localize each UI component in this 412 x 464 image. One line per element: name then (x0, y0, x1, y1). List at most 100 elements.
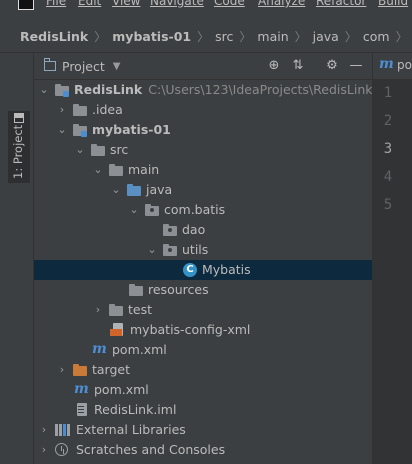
tree-item-label: resources (148, 282, 209, 297)
breadcrumb-separator-icon: 〉 (294, 29, 307, 44)
breadcrumb-item[interactable]: main (257, 29, 288, 44)
module-folder-icon (72, 122, 88, 138)
tree-item-main[interactable]: ⌄ main (34, 160, 372, 180)
project-panel-header: Project ▼ ⊕ ⇅ ⚙ — (34, 53, 372, 80)
tree-item-label: RedisLink (74, 82, 143, 97)
menu-build[interactable]: Build (378, 0, 408, 8)
tree-item-utils[interactable]: ⌄ utils (34, 240, 372, 260)
tree-item-module-pom[interactable]: m pom.xml (34, 340, 372, 360)
tree-item-redislink[interactable]: ⌄ RedisLink C:\Users\123\IdeaProjects\Red… (34, 80, 372, 100)
package-icon (162, 222, 178, 238)
breadcrumb-item[interactable]: src (215, 29, 233, 44)
iml-file-icon (74, 402, 90, 418)
chevron-right-icon[interactable]: › (38, 440, 50, 460)
tree-item-label: test (128, 302, 153, 317)
breadcrumb-item[interactable]: java (313, 29, 339, 44)
tree-item-scratches[interactable]: › Scratches and Consoles (34, 440, 372, 460)
intellij-logo-icon (18, 0, 34, 10)
source-folder-icon (126, 182, 142, 198)
package-icon (144, 202, 160, 218)
tree-item-path: C:\Users\123\IdeaProjects\RedisLink (148, 82, 372, 97)
line-number: 5 (383, 197, 393, 213)
menu-analyze[interactable]: Analyze (258, 0, 305, 8)
tree-item-dao[interactable]: dao (34, 220, 372, 240)
chevron-down-icon[interactable]: ⌄ (146, 240, 158, 260)
folder-icon (72, 102, 88, 118)
breadcrumb-item[interactable]: RedisLink (20, 29, 88, 44)
chevron-right-icon[interactable]: › (38, 420, 50, 440)
excluded-folder-icon (72, 362, 88, 378)
chevron-down-icon[interactable]: ⌄ (92, 160, 104, 180)
hide-panel-icon[interactable]: — (348, 58, 364, 74)
scratches-icon (54, 442, 70, 458)
tree-item-mybatis-class[interactable]: C Mybatis (34, 260, 372, 280)
tree-item-root-pom[interactable]: m pom.xml (34, 380, 372, 400)
breadcrumb-separator-icon: 〉 (239, 29, 252, 44)
editor-area: m pom 1 2 3 4 5 (372, 53, 412, 464)
tree-item-label: .idea (92, 102, 123, 117)
tree-item-iml[interactable]: RedisLink.iml (34, 400, 372, 420)
project-panel: Project ▼ ⊕ ⇅ ⚙ — ⌄ RedisLink C:\Users\12… (34, 53, 372, 464)
tree-item-label: RedisLink.iml (94, 402, 177, 417)
tree-item-com-batis[interactable]: ⌄ com.batis (34, 200, 372, 220)
tree-item-target[interactable]: › target (34, 360, 372, 380)
tree-item-test[interactable]: › test (34, 300, 372, 320)
menu-bar: File Edit View Navigate Code Analyze Ref… (0, 0, 412, 20)
maven-icon: m (379, 56, 394, 72)
chevron-right-icon[interactable]: › (56, 360, 68, 380)
tree-item-label: java (146, 182, 173, 197)
tree-item-resources[interactable]: resources (34, 280, 372, 300)
tree-item-label: target (92, 362, 131, 377)
locate-target-icon[interactable]: ⊕ (266, 58, 282, 74)
tree-item-label: mybatis-01 (92, 122, 171, 137)
tree-item-mybatis-config[interactable]: mybatis-config-xml (34, 320, 372, 340)
chevron-down-icon[interactable]: ▼ (113, 61, 121, 72)
tool-window-strip: 1: Project (0, 53, 34, 464)
breadcrumb-item[interactable]: com (363, 29, 390, 44)
breadcrumb-separator-icon: 〉 (197, 29, 210, 44)
project-panel-title[interactable]: Project (62, 59, 105, 74)
breadcrumb-item[interactable]: mybatis-01 (112, 29, 191, 44)
menu-edit[interactable]: Edit (78, 0, 101, 8)
tree-item-label: src (110, 142, 129, 157)
tree-item-idea[interactable]: › .idea (34, 100, 372, 120)
editor-tab-label: pom (397, 58, 412, 72)
maven-icon: m (92, 341, 107, 357)
line-number: 1 (383, 85, 393, 101)
menu-navigate[interactable]: Navigate (150, 0, 204, 8)
gear-icon[interactable]: ⚙ (324, 58, 340, 74)
chevron-down-icon[interactable]: ⌄ (56, 120, 68, 140)
tree-item-java[interactable]: ⌄ java (34, 180, 372, 200)
tree-item-src[interactable]: ⌄ src (34, 140, 372, 160)
chevron-down-icon[interactable]: ⌄ (128, 200, 140, 220)
tree-item-label: mybatis-config-xml (130, 322, 251, 337)
breadcrumb-separator-icon: 〉 (94, 29, 107, 44)
chevron-right-icon[interactable]: › (92, 300, 104, 320)
line-number: 2 (383, 113, 393, 129)
folder-icon (90, 142, 106, 158)
chevron-down-icon[interactable]: ⌄ (110, 180, 122, 200)
menu-file[interactable]: File (46, 0, 66, 8)
menu-view[interactable]: View (112, 0, 140, 8)
package-icon (162, 242, 178, 258)
project-folder-icon (44, 58, 56, 71)
breadcrumb: RedisLink 〉 mybatis-01 〉 src 〉 main 〉 ja… (0, 20, 412, 53)
libraries-icon (54, 422, 70, 438)
tree-item-external-libraries[interactable]: › External Libraries (34, 420, 372, 440)
tree-item-label: External Libraries (76, 422, 186, 437)
class-icon: C (182, 262, 198, 278)
editor-tab[interactable]: m pom (373, 53, 412, 80)
chevron-down-icon[interactable]: ⌄ (74, 140, 86, 160)
menu-code[interactable]: Code (214, 0, 245, 8)
project-tool-tab-label[interactable]: 1: Project (11, 125, 25, 179)
tree-item-label: dao (182, 222, 206, 237)
menu-refactor[interactable]: Refactor (316, 0, 366, 8)
breadcrumb-separator-icon: 〉 (395, 29, 408, 44)
collapse-all-icon[interactable]: ⇅ (290, 58, 306, 74)
chevron-down-icon[interactable]: ⌄ (38, 80, 50, 100)
tree-item-label: pom.xml (112, 342, 167, 357)
tree-item-mybatis-01[interactable]: ⌄ mybatis-01 (34, 120, 372, 140)
chevron-right-icon[interactable]: › (56, 100, 68, 120)
tree-item-label: main (128, 162, 160, 177)
tree-item-label: com.batis (164, 202, 226, 217)
